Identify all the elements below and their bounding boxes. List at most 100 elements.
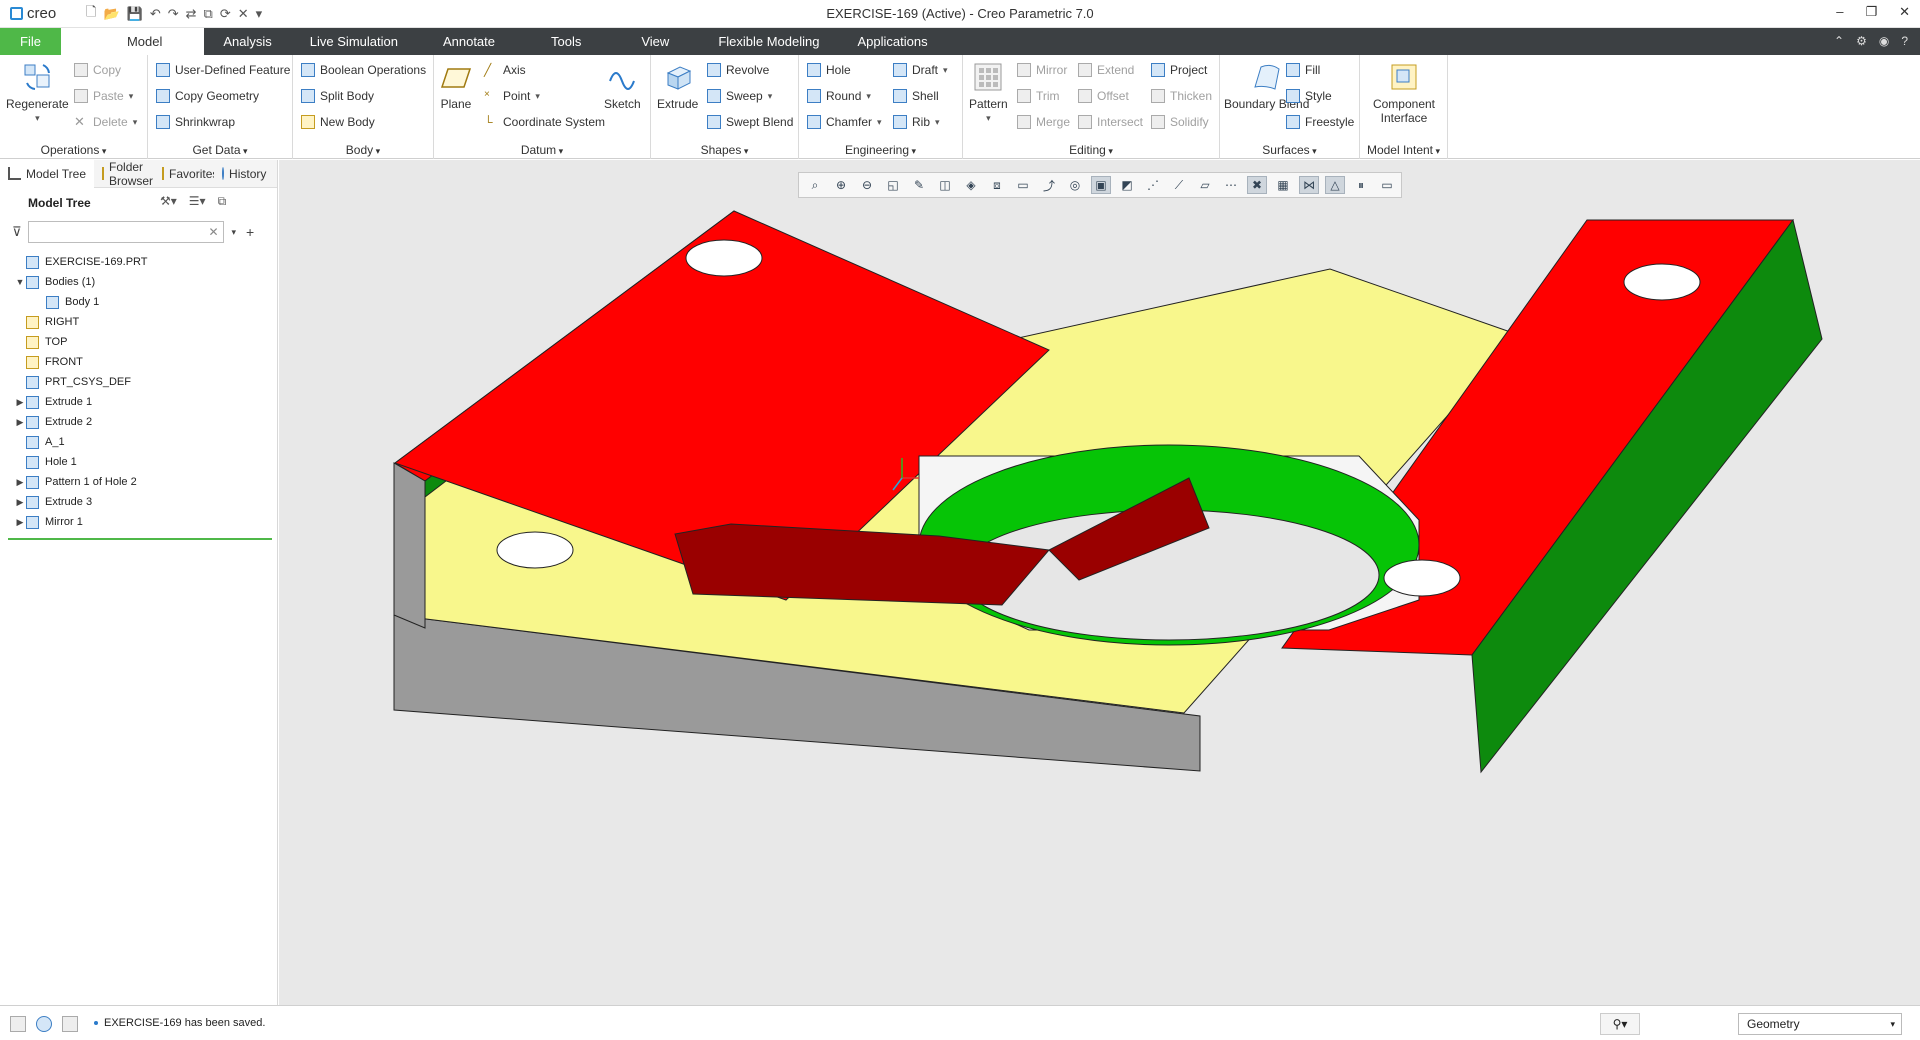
tree-node[interactable]: ▼ Bodies (1) xyxy=(0,272,277,292)
delete-button[interactable]: ✕ Delete ▾ xyxy=(74,113,137,131)
new-icon[interactable]: 🗋 xyxy=(86,3,96,25)
clear-search-icon[interactable]: ✕ xyxy=(208,225,218,239)
merge-button[interactable]: Merge xyxy=(1017,113,1070,131)
axis-button[interactable]: ╱ Axis xyxy=(484,61,526,79)
revolve-button[interactable]: Revolve xyxy=(707,61,769,79)
rib-button[interactable]: Rib ▾ xyxy=(893,113,940,131)
style-button[interactable]: Style xyxy=(1286,87,1332,105)
tab-tools[interactable]: Tools xyxy=(521,28,611,55)
customize-qa-icon[interactable]: ▾ xyxy=(256,6,263,22)
tree-settings-icon[interactable]: ⚒▾ xyxy=(160,194,177,209)
search-dropdown-icon[interactable]: ▾ xyxy=(232,227,237,238)
tab-file[interactable]: File xyxy=(0,28,61,55)
close-icon[interactable]: ✕ xyxy=(1899,4,1910,20)
extend-button[interactable]: Extend xyxy=(1078,61,1134,79)
component-interface-button[interactable]: Component Interface xyxy=(1364,61,1444,125)
copy-button[interactable]: Copy xyxy=(74,61,121,79)
tab-flexible-modeling[interactable]: Flexible Modeling xyxy=(699,28,838,55)
expand-icon[interactable]: ▶ xyxy=(14,477,26,488)
tab-view[interactable]: View xyxy=(611,28,699,55)
minimize-icon[interactable]: – xyxy=(1836,4,1843,20)
paste-button[interactable]: Paste ▾ xyxy=(74,87,133,105)
tab-model-tree[interactable]: Model Tree xyxy=(0,159,95,188)
tree-node[interactable]: EXERCISE-169.PRT xyxy=(0,252,277,272)
coordinate-system-button[interactable]: └ Coordinate System xyxy=(484,113,605,131)
fullscreen-icon[interactable] xyxy=(62,1016,78,1032)
project-button[interactable]: Project xyxy=(1151,61,1207,79)
browser-toggle-icon[interactable] xyxy=(36,1016,52,1032)
tab-analysis[interactable]: Analysis xyxy=(204,28,290,55)
help-icon[interactable]: ? xyxy=(1901,34,1908,48)
trim-button[interactable]: Trim xyxy=(1017,87,1060,105)
tree-node[interactable]: Hole 1 xyxy=(0,452,277,472)
group-label-engineering[interactable]: Engineering xyxy=(799,143,962,157)
fill-button[interactable]: Fill xyxy=(1286,61,1320,79)
group-label-editing[interactable]: Editing xyxy=(963,143,1219,157)
point-button[interactable]: × Point ▾ xyxy=(484,87,540,105)
tree-node[interactable]: FRONT xyxy=(0,352,277,372)
group-label-operations[interactable]: Operations xyxy=(0,143,147,157)
draft-button[interactable]: Draft ▾ xyxy=(893,61,948,79)
tree-show-icon[interactable]: ☰▾ xyxy=(189,194,206,209)
filter-icon[interactable]: ⊽ xyxy=(12,224,22,240)
find-button[interactable]: ⚲▾ xyxy=(1600,1013,1640,1035)
tab-history[interactable]: History xyxy=(214,160,270,188)
graphics-window[interactable]: ⌕ ⊕ ⊖ ◱ ✎ ◫ ◈ ⧈ ▭ ⤴ ◎ ▣ ◩ ⋰ ⟋ ▱ ⋯ ✖ ▦ ⋈ △ ⏸ ▭ xyxy=(279,160,1920,1005)
tree-node[interactable]: ▶ Extrude 1 xyxy=(0,392,277,412)
hole-button[interactable]: Hole xyxy=(807,61,851,79)
add-filter-icon[interactable]: + xyxy=(246,224,254,240)
offset-button[interactable]: Offset xyxy=(1078,87,1129,105)
regenerate-icon[interactable]: ⇄ xyxy=(186,6,197,22)
tab-favorites[interactable]: Favorites xyxy=(154,160,214,188)
windows-icon[interactable]: ⧉ xyxy=(204,6,213,22)
round-button[interactable]: Round ▾ xyxy=(807,87,871,105)
intersect-button[interactable]: Intersect xyxy=(1078,113,1143,131)
tab-live-simulation[interactable]: Live Simulation xyxy=(291,28,417,55)
group-label-shapes[interactable]: Shapes xyxy=(651,143,798,157)
open-icon[interactable]: 📂 xyxy=(103,6,119,22)
restore-icon[interactable]: ❐ xyxy=(1865,4,1877,20)
pattern-button[interactable]: Pattern ▾ xyxy=(969,61,1008,125)
new-body-button[interactable]: New Body xyxy=(301,113,375,131)
chamfer-button[interactable]: Chamfer ▾ xyxy=(807,113,882,131)
expand-icon[interactable]: ▼ xyxy=(14,277,26,287)
save-icon[interactable]: 💾 xyxy=(127,6,143,22)
extrude-button[interactable]: Extrude xyxy=(657,61,698,111)
sweep-button[interactable]: Sweep ▾ xyxy=(707,87,772,105)
tree-node[interactable]: RIGHT xyxy=(0,312,277,332)
regenerate-button[interactable]: Regenerate ▾ xyxy=(6,61,69,125)
tree-node[interactable]: TOP xyxy=(0,332,277,352)
expand-icon[interactable]: ▶ xyxy=(14,497,26,508)
part-model-3d[interactable] xyxy=(279,160,1920,1005)
undo-icon[interactable]: ↶ xyxy=(150,6,161,22)
tree-filter-settings-icon[interactable]: ⧉ xyxy=(218,194,227,209)
shrinkwrap-button[interactable]: Shrinkwrap xyxy=(156,113,235,131)
tree-node[interactable]: PRT_CSYS_DEF xyxy=(0,372,277,392)
settings-icon[interactable]: ⚙ xyxy=(1856,34,1867,48)
tab-applications[interactable]: Applications xyxy=(838,28,946,55)
group-label-surfaces[interactable]: Surfaces xyxy=(1220,143,1359,157)
copy-geometry-button[interactable]: Copy Geometry xyxy=(156,87,259,105)
shell-button[interactable]: Shell xyxy=(893,87,939,105)
swept-blend-button[interactable]: Swept Blend xyxy=(707,113,793,131)
solidify-button[interactable]: Solidify xyxy=(1151,113,1209,131)
tab-folder-browser[interactable]: Folder Browser xyxy=(94,160,154,188)
udf-button[interactable]: User-Defined Feature xyxy=(156,61,290,79)
tree-node[interactable]: ▶ Mirror 1 xyxy=(0,512,277,532)
expand-icon[interactable]: ▶ xyxy=(14,397,26,408)
expand-icon[interactable]: ▶ xyxy=(14,417,26,428)
split-body-button[interactable]: Split Body xyxy=(301,87,374,105)
mirror-button[interactable]: Mirror xyxy=(1017,61,1067,79)
thicken-button[interactable]: Thicken xyxy=(1151,87,1212,105)
close-window-icon[interactable]: ✕ xyxy=(238,6,249,22)
boolean-operations-button[interactable]: Boolean Operations xyxy=(301,61,426,79)
sketch-button[interactable]: Sketch xyxy=(604,61,641,111)
group-label-datum[interactable]: Datum xyxy=(434,143,650,157)
regen-manager-icon[interactable]: ⟳ xyxy=(220,6,231,22)
group-label-body[interactable]: Body xyxy=(293,143,433,157)
tree-node[interactable]: A_1 xyxy=(0,432,277,452)
group-label-model-intent[interactable]: Model Intent xyxy=(1360,143,1447,157)
tree-search-input[interactable]: ✕ xyxy=(27,221,224,243)
expand-icon[interactable]: ▶ xyxy=(14,517,26,528)
navigator-toggle-icon[interactable] xyxy=(10,1016,26,1032)
